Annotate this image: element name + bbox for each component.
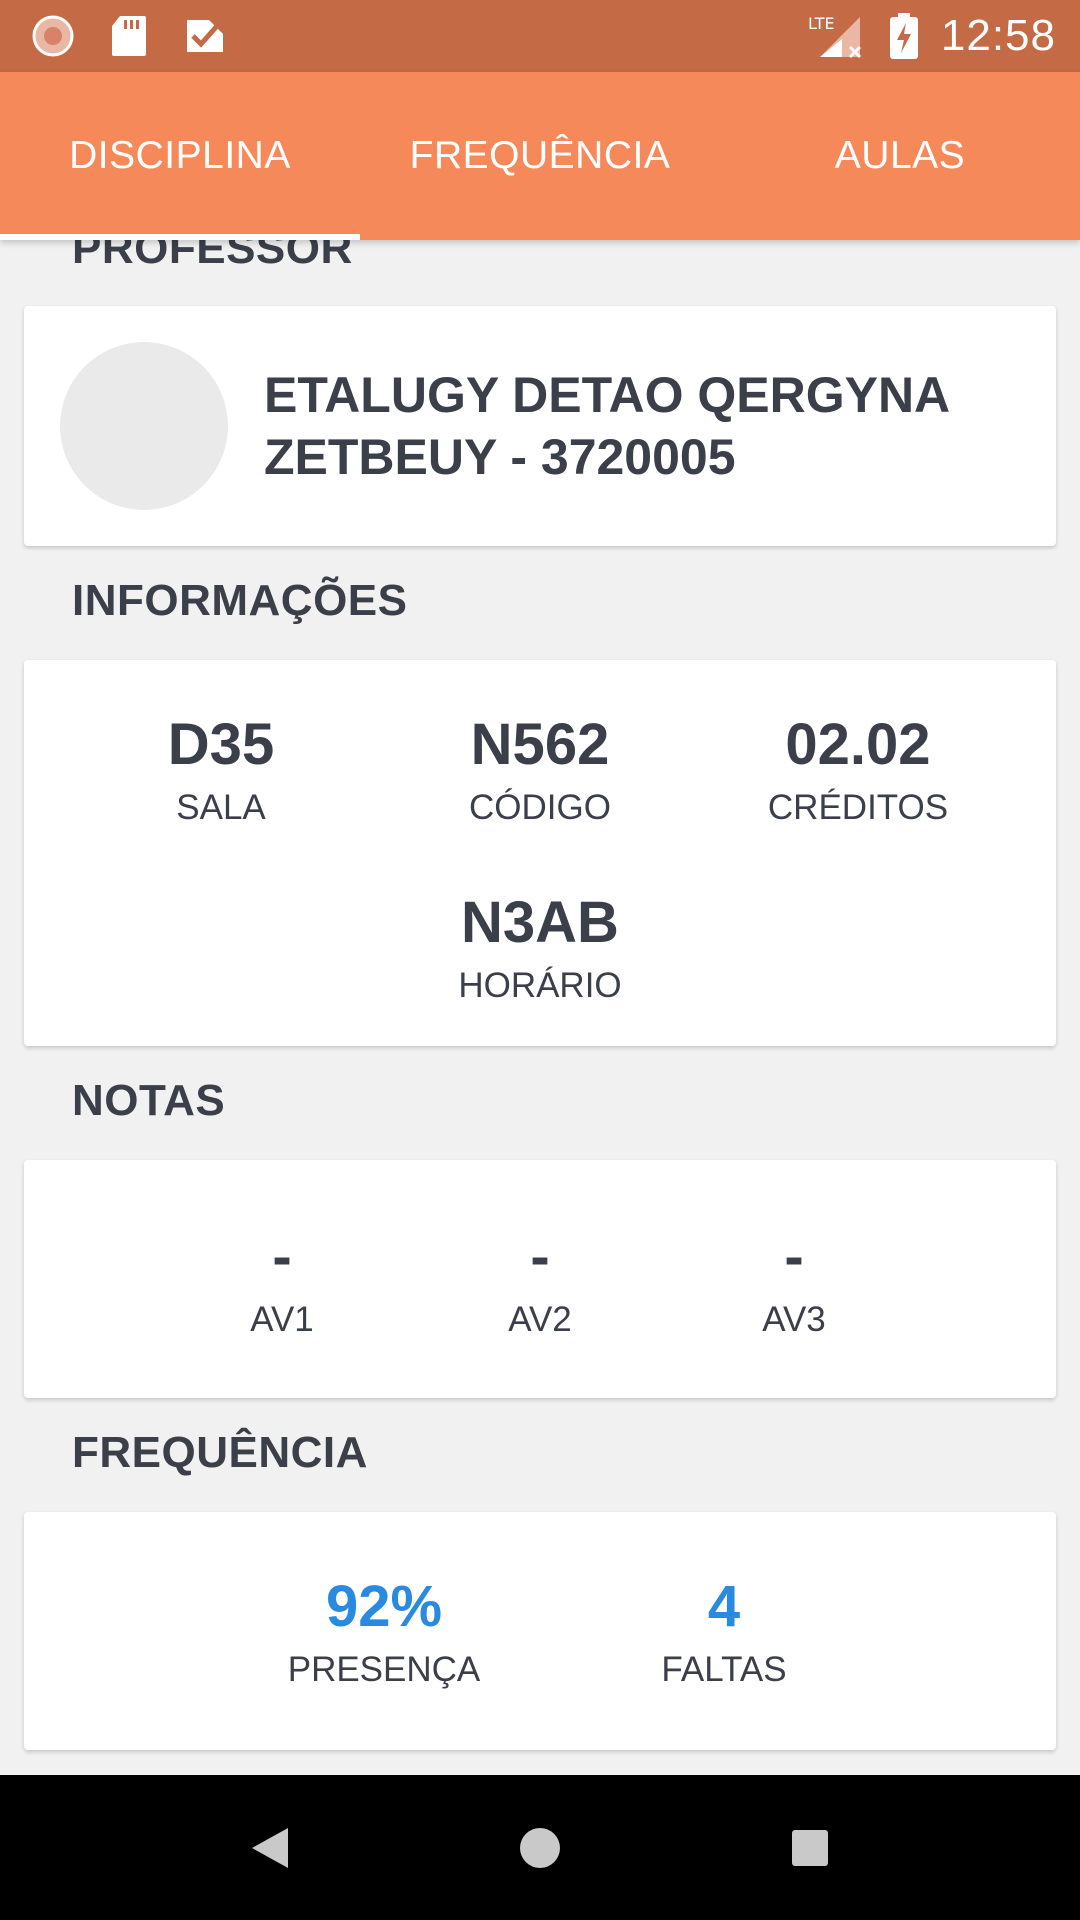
- info-horario-label: HORÁRIO: [458, 966, 622, 1005]
- back-button[interactable]: [250, 1826, 290, 1870]
- frequencia-presenca: 92% PRESENÇA: [234, 1572, 534, 1694]
- frequencia-card: 92% PRESENÇA 4 FALTAS: [24, 1512, 1056, 1750]
- notas-card: - AV1 - AV2 - AV3: [24, 1160, 1056, 1398]
- professor-name: ETALUGY DETAO QERGYNA ZETBEUY - 3720005: [264, 367, 949, 485]
- presenca-label: PRESENÇA: [287, 1650, 481, 1689]
- avatar: [60, 342, 228, 510]
- info-creditos: 02.02 CRÉDITOS: [708, 710, 1008, 832]
- nota-av3-value: -: [784, 1224, 804, 1289]
- info-sala-label: SALA: [176, 788, 266, 827]
- recents-icon: [792, 1829, 828, 1866]
- back-icon: [252, 1827, 288, 1868]
- nota-av1-label: AV1: [250, 1300, 314, 1339]
- navigation-bar: [0, 1775, 1080, 1920]
- faltas-value: 4: [707, 1574, 741, 1639]
- tab-bar: DISCIPLINA FREQUÊNCIA AULAS: [0, 72, 1080, 240]
- info-horario-value: N3AB: [461, 890, 619, 955]
- faltas-label: FALTAS: [661, 1650, 787, 1689]
- presenca-value: 92%: [325, 1574, 443, 1639]
- frequencia-faltas: 4 FALTAS: [574, 1572, 874, 1694]
- nota-av1: - AV1: [132, 1222, 432, 1344]
- app-icon: [30, 13, 76, 59]
- scroll-content[interactable]: PROFESSOR ETALUGY DETAO QERGYNA ZETBEUY …: [0, 240, 1080, 1775]
- tab-frequencia[interactable]: FREQUÊNCIA: [360, 72, 720, 240]
- tab-aulas[interactable]: AULAS: [720, 72, 1080, 240]
- sd-card-icon: [106, 13, 152, 59]
- nota-av3-label: AV3: [762, 1300, 826, 1339]
- informacoes-card: D35 SALA N562 CÓDIGO 02.02 CRÉDITOS N3AB…: [24, 660, 1056, 1046]
- info-codigo: N562 CÓDIGO: [390, 710, 690, 832]
- nota-av1-value: -: [272, 1224, 292, 1289]
- section-title-professor: PROFESSOR: [72, 240, 353, 273]
- recents-button[interactable]: [791, 1829, 829, 1867]
- network-label: LTE: [808, 14, 835, 33]
- status-left: [30, 13, 228, 59]
- status-bar: LTE 12:58: [0, 0, 1080, 72]
- status-right: LTE 12:58: [807, 11, 1056, 61]
- info-codigo-label: CÓDIGO: [469, 788, 611, 827]
- nota-av3: - AV3: [644, 1222, 944, 1344]
- clock: 12:58: [940, 11, 1056, 60]
- signal-icon: LTE: [807, 13, 867, 59]
- section-title-notas: NOTAS: [72, 1076, 226, 1125]
- info-horario: N3AB HORÁRIO: [390, 888, 690, 1010]
- battery-charging-icon: [889, 13, 919, 59]
- info-sala: D35 SALA: [71, 710, 371, 832]
- info-codigo-value: N562: [470, 712, 610, 777]
- section-title-informacoes: INFORMAÇÕES: [72, 576, 408, 625]
- info-sala-value: D35: [167, 712, 275, 777]
- section-title-frequencia: FREQUÊNCIA: [72, 1428, 368, 1477]
- professor-card: ETALUGY DETAO QERGYNA ZETBEUY - 3720005: [24, 306, 1056, 546]
- info-creditos-value: 02.02: [785, 712, 931, 777]
- tab-disciplina[interactable]: DISCIPLINA: [0, 72, 360, 240]
- info-creditos-label: CRÉDITOS: [767, 788, 949, 827]
- check-icon: [182, 13, 228, 59]
- home-button[interactable]: [519, 1827, 561, 1869]
- home-icon: [520, 1827, 560, 1868]
